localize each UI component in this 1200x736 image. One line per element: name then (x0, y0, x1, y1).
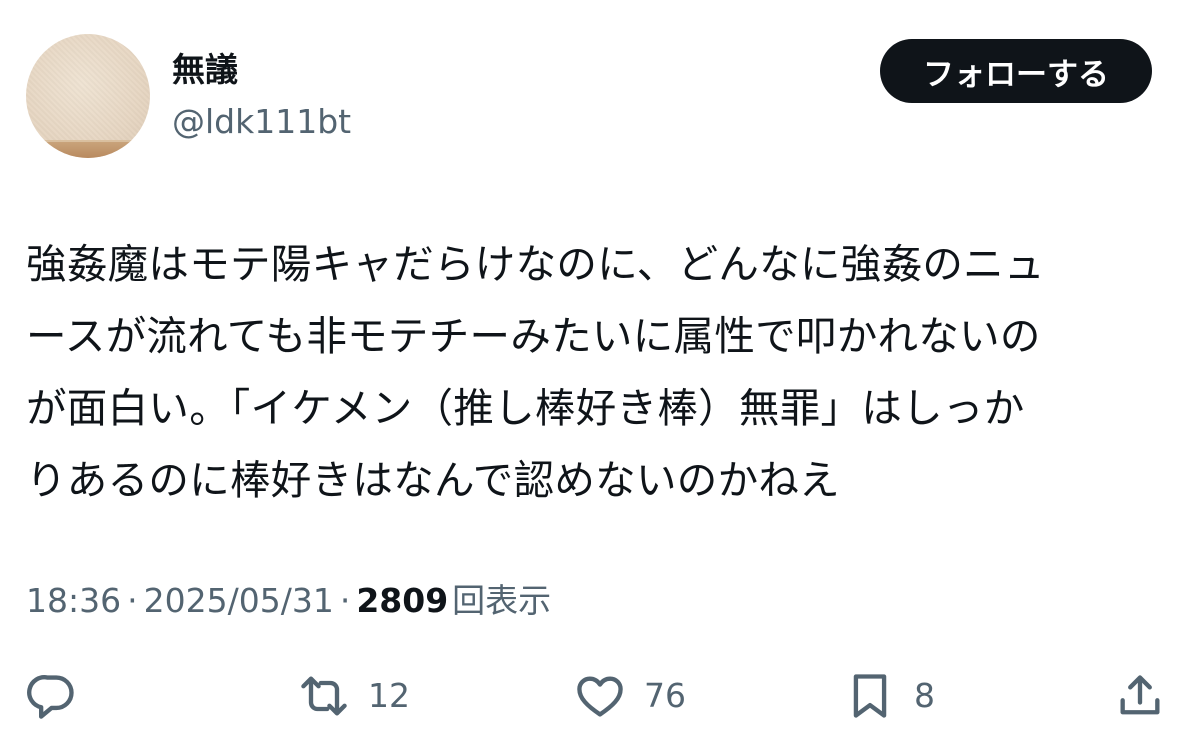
share-icon (1120, 675, 1160, 715)
share-button[interactable] (1114, 668, 1166, 724)
views-label: 回表示 (452, 581, 552, 620)
avatar[interactable] (26, 34, 150, 158)
tweet-text-line: が面白い。「イケメン（推し棒好き棒）無罪」はしっか (26, 384, 1025, 432)
bookmark-button[interactable]: 8 (844, 668, 935, 724)
bookmark-icon (853, 674, 887, 718)
tweet-text: 強姦魔はモテ陽キャだらけなのに、どんなに強姦のニュ ースが流れても非モテチーみた… (26, 228, 1176, 516)
tweet-text-line: りあるのに棒好きはなんで認めないのかねえ (26, 456, 840, 504)
author-display-name[interactable]: 無議 (172, 50, 238, 90)
like-button[interactable]: 76 (574, 668, 686, 724)
tweet-text-line: ースが流れても非モテチーみたいに属性で叩かれないの (26, 312, 1041, 360)
author-handle[interactable]: @ldk111bt (172, 100, 351, 144)
avatar-ledge (26, 140, 150, 158)
retweet-icon (301, 676, 347, 716)
meta-separator: · (339, 581, 351, 620)
tweet-time[interactable]: 18:36 (26, 578, 121, 624)
retweet-button[interactable]: 12 (298, 668, 410, 724)
tweet-meta: 18:36 · 2025/05/31 · 2809 回表示 (26, 578, 551, 624)
heart-icon (577, 676, 623, 717)
bookmark-count: 8 (914, 676, 935, 715)
like-count: 76 (644, 676, 686, 715)
reply-button[interactable] (26, 668, 78, 724)
reply-icon (27, 675, 74, 719)
follow-button[interactable]: フォローする (880, 39, 1152, 103)
tweet-text-line: 強姦魔はモテ陽キャだらけなのに、どんなに強姦のニュ (26, 240, 1045, 288)
meta-separator: · (127, 581, 138, 620)
retweet-count: 12 (368, 676, 410, 715)
views-count[interactable]: 2809 (356, 578, 448, 624)
tweet-date[interactable]: 2025/05/31 (144, 578, 334, 624)
